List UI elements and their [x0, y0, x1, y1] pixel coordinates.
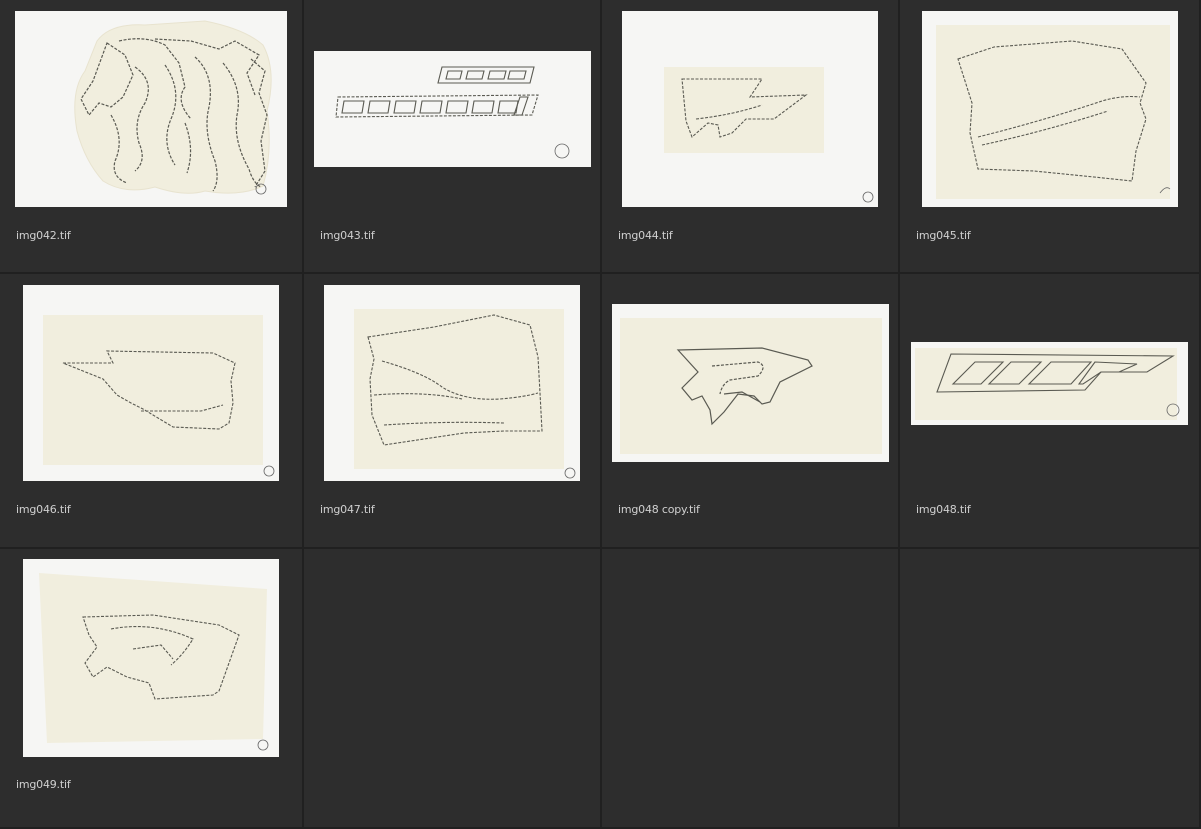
thumbnail-filename: img046.tif	[16, 503, 71, 516]
sketch-side-panel-thumbnail[interactable]	[324, 285, 580, 481]
thumbnail-frame	[608, 6, 892, 212]
empty-cell	[900, 549, 1201, 829]
side-panel-sketch-image	[324, 285, 580, 481]
thumbnail-frame	[310, 280, 594, 486]
thumbnail-cell-img042[interactable]: img042.tif	[0, 0, 304, 274]
thumbnail-filename: img048.tif	[916, 503, 971, 516]
thumbnail-cell-img047[interactable]: img047.tif	[304, 274, 602, 549]
arrow-panel-sketch-image	[622, 11, 878, 207]
thumbnail-frame	[608, 280, 892, 486]
sketch-r-logo-thumbnail[interactable]	[611, 304, 889, 462]
thumbnail-grid: img042.tif img043.tif img044.tif img045.…	[0, 0, 1201, 829]
thumbnail-filename: img042.tif	[16, 229, 71, 242]
thumbnail-filename: img045.tif	[916, 229, 971, 242]
swoosh-sketch-image	[23, 559, 279, 757]
thumbnail-frame	[906, 280, 1193, 486]
thumbnail-frame	[906, 6, 1193, 212]
zebra-sketch-image	[15, 11, 287, 207]
sketch-arrow-panel-thumbnail[interactable]	[622, 11, 878, 207]
thumbnail-cell-img048[interactable]: img048.tif	[900, 274, 1201, 549]
empty-cell	[304, 549, 602, 829]
thumbnail-filename: img044.tif	[618, 229, 673, 242]
sketch-arrow-shape-thumbnail[interactable]	[23, 285, 279, 481]
sketch-lettering-thumbnail[interactable]	[313, 51, 591, 167]
stripe-decal-sketch-image	[911, 341, 1188, 425]
r-logo-sketch-image	[611, 304, 889, 462]
sketch-stripe-decal-thumbnail[interactable]	[911, 341, 1188, 425]
thumbnail-filename: img047.tif	[320, 503, 375, 516]
thumbnail-cell-img045[interactable]: img045.tif	[900, 0, 1201, 274]
thumbnail-cell-img049[interactable]: img049.tif	[0, 549, 304, 829]
thumbnail-filename: img043.tif	[320, 229, 375, 242]
thumbnail-filename: img049.tif	[16, 778, 71, 791]
lettering-sketch-image	[313, 51, 591, 167]
arrow-shape-sketch-image	[23, 285, 279, 481]
sketch-zebra-stripes-thumbnail[interactable]	[15, 11, 287, 207]
panel-outline-sketch-image	[921, 11, 1178, 207]
sketch-swoosh-thumbnail[interactable]	[23, 559, 279, 757]
thumbnail-frame	[310, 6, 594, 212]
thumbnail-frame	[6, 6, 296, 212]
thumbnail-filename: img048 copy.tif	[618, 503, 700, 516]
thumbnail-frame	[6, 555, 296, 761]
sketch-panel-outline-thumbnail[interactable]	[921, 11, 1178, 207]
thumbnail-cell-img046[interactable]: img046.tif	[0, 274, 304, 549]
empty-cell	[602, 549, 900, 829]
thumbnail-cell-img043[interactable]: img043.tif	[304, 0, 602, 274]
thumbnail-cell-img044[interactable]: img044.tif	[602, 0, 900, 274]
thumbnail-frame	[6, 280, 296, 486]
thumbnail-cell-img048-copy[interactable]: img048 copy.tif	[602, 274, 900, 549]
